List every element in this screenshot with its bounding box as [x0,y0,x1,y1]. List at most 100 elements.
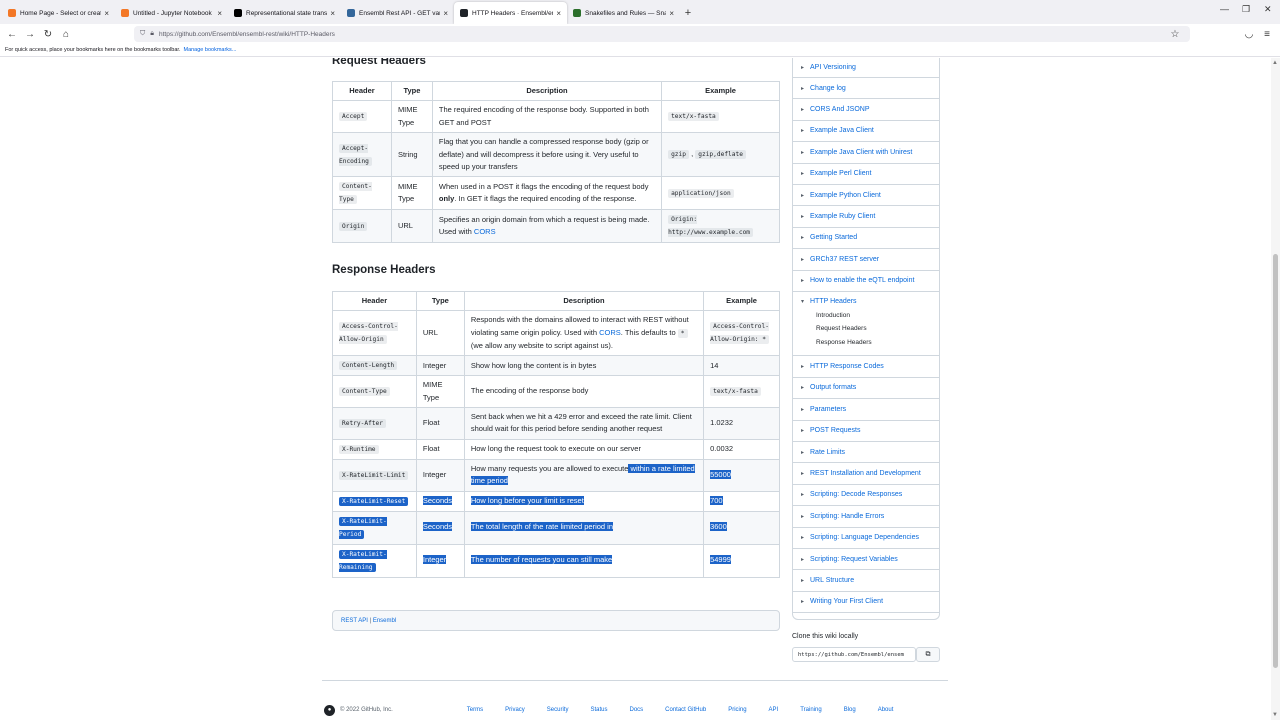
sidebar-item[interactable]: ▸ Change log [793,78,939,100]
footer-link[interactable]: Status [590,707,607,713]
sidebar-item[interactable]: ▸ Scripting: Decode Responses [793,485,939,507]
back-icon[interactable]: ← [3,29,21,40]
chevron-right-icon[interactable]: ▸ [801,149,804,156]
chevron-right-icon[interactable]: ▸ [801,513,804,520]
sidebar-item[interactable]: ▸ Example Java Client [793,121,939,143]
chevron-right-icon[interactable]: ▸ [801,491,804,498]
sidebar-item[interactable]: ▸ URL Structure [793,570,939,592]
clone-url-input[interactable]: https://github.com/Ensembl/ensem [792,647,916,662]
rest-api-link[interactable]: REST API [341,618,368,624]
manage-bookmarks-link[interactable]: Manage bookmarks... [183,47,236,53]
ensembl-link[interactable]: Ensembl [373,618,396,624]
forward-icon[interactable]: → [21,29,39,40]
browser-tab[interactable]: Ensembl Rest API - GET variatio× [341,2,454,24]
sidebar-item[interactable]: ▸ HTTP Response Codes [793,356,939,378]
footer-link[interactable]: Security [547,707,569,713]
example-value: 14 [710,360,719,370]
scroll-down-icon[interactable]: ▼ [1272,712,1278,718]
menu-icon[interactable]: ≡ [1258,29,1276,40]
footer-link[interactable]: Training [800,707,821,713]
browser-tab[interactable]: Snakefiles and Rules — Snakem× [567,2,680,24]
close-tab-icon[interactable]: × [443,9,448,18]
chevron-right-icon[interactable]: ▸ [801,234,804,241]
github-logo-icon[interactable]: ● [324,704,335,716]
sidebar-item[interactable]: ▸ REST Installation and Development [793,463,939,485]
footer-link[interactable]: Privacy [505,707,525,713]
sidebar-item[interactable]: ▸ Example Ruby Client [793,206,939,228]
sidebar-item[interactable]: ▸ Rate Limits [793,442,939,464]
sidebar-item[interactable]: ▸ Parameters [793,399,939,421]
sidebar-subitem[interactable]: Request Headers [816,322,872,336]
chevron-right-icon[interactable]: ▸ [801,277,804,284]
sidebar-item[interactable]: ▸ Example Perl Client [793,164,939,185]
close-tab-icon[interactable]: × [669,9,674,18]
chevron-right-icon[interactable]: ▸ [801,534,804,541]
close-window-icon[interactable]: ✕ [1264,4,1272,15]
chevron-right-icon[interactable]: ▸ [801,384,804,391]
sidebar-subitem[interactable]: Response Headers [816,336,872,350]
close-tab-icon[interactable]: × [217,9,222,18]
close-tab-icon[interactable]: × [104,9,109,18]
bookmark-star-icon[interactable]: ☆ [1166,29,1184,40]
chevron-right-icon[interactable]: ▸ [801,192,804,199]
scrollbar-thumb[interactable] [1273,254,1278,668]
close-tab-icon[interactable]: × [556,9,561,18]
footer-link[interactable]: Docs [630,707,644,713]
minimize-icon[interactable]: — [1220,4,1229,14]
chevron-down-icon[interactable]: ▾ [801,298,804,305]
chevron-right-icon[interactable]: ▸ [801,363,804,370]
chevron-right-icon[interactable]: ▸ [801,470,804,477]
chevron-right-icon[interactable]: ▸ [801,213,804,220]
sidebar-item[interactable]: ▸ Scripting: Request Variables [793,549,939,571]
sidebar-subitem[interactable]: Introduction [816,309,872,323]
sidebar-item[interactable]: ▸ Example Java Client with Unirest [793,142,939,164]
sidebar-item[interactable]: ▸ Example Python Client [793,185,939,207]
cors-link[interactable]: CORS [474,227,496,236]
chevron-right-icon[interactable]: ▸ [801,577,804,584]
chevron-right-icon[interactable]: ▸ [801,127,804,134]
browser-tab[interactable]: Representational state transfer × [228,2,341,24]
footer-link[interactable]: About [878,707,894,713]
sidebar-item-label: Change log [810,84,846,92]
home-icon[interactable]: ⌂ [57,29,75,40]
sidebar-item[interactable]: ▸ API Versioning [793,58,939,78]
sidebar-item-http-headers[interactable]: ▾ HTTP Headers Introduction Request Headers… [793,292,939,357]
chevron-right-icon[interactable]: ▸ [801,256,804,263]
sidebar-item[interactable]: ▸ CORS And JSONP [793,99,939,121]
restore-icon[interactable]: ❐ [1242,4,1250,15]
browser-tab[interactable]: HTTP Headers · Ensembl/ensem× [454,2,567,24]
footer-link[interactable]: Contact GitHub [665,707,706,713]
sidebar-item[interactable]: ▸ Scripting: Handle Errors [793,506,939,528]
chevron-right-icon[interactable]: ▸ [801,64,804,71]
cors-link[interactable]: CORS [599,328,621,337]
sidebar-item[interactable]: ▸ Writing Your First Client [793,592,939,614]
chevron-right-icon[interactable]: ▸ [801,598,804,605]
reload-icon[interactable]: ↻ [39,29,57,40]
sidebar-item[interactable]: ▸ How to enable the eQTL endpoint [793,271,939,292]
chevron-right-icon[interactable]: ▸ [801,427,804,434]
footer-link[interactable]: API [769,707,779,713]
chevron-right-icon[interactable]: ▸ [801,106,804,113]
chevron-right-icon[interactable]: ▸ [801,170,804,177]
page-scrollbar[interactable]: ▲ ▼ [1271,58,1280,720]
sidebar-item[interactable]: ▸ Scripting: Language Dependencies [793,528,939,549]
browser-tab[interactable]: Untitled - Jupyter Notebook × [115,2,228,24]
sidebar-item[interactable]: ▸ Output formats [793,378,939,400]
pocket-icon[interactable]: ◡ [1240,29,1258,40]
chevron-right-icon[interactable]: ▸ [801,85,804,92]
copy-icon[interactable]: ⧉ [916,647,940,662]
chevron-right-icon[interactable]: ▸ [801,406,804,413]
browser-tab[interactable]: Home Page - Select or create a× [2,2,115,24]
footer-link[interactable]: Pricing [728,707,746,713]
chevron-right-icon[interactable]: ▸ [801,449,804,456]
footer-link[interactable]: Terms [467,707,483,713]
scroll-up-icon[interactable]: ▲ [1272,60,1278,66]
sidebar-item[interactable]: ▸ POST Requests [793,421,939,442]
new-tab-icon[interactable]: + [680,2,696,24]
chevron-right-icon[interactable]: ▸ [801,556,804,563]
footer-link[interactable]: Blog [844,707,856,713]
sidebar-item[interactable]: ▸ Getting Started [793,228,939,250]
close-tab-icon[interactable]: × [330,9,335,18]
sidebar-item[interactable]: ▸ GRCh37 REST server [793,249,939,271]
address-bar[interactable]: ⛉ 🔒︎ https://github.com/Ensembl/ensembl-… [134,26,1190,42]
